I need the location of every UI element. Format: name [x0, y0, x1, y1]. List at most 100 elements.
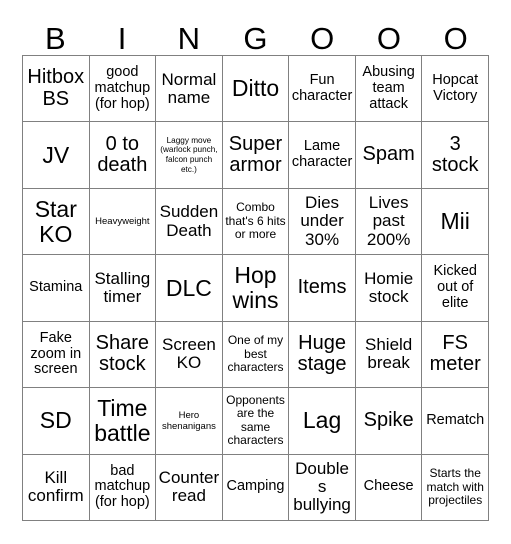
bingo-cell-r0-c3[interactable]: Ditto	[222, 56, 290, 123]
bingo-cell-label: Spike	[363, 409, 414, 432]
bingo-cell-r0-c4[interactable]: Fun character	[289, 56, 356, 123]
bingo-cell-r4-c1[interactable]: Share stock	[89, 321, 157, 389]
bingo-cell-label: Abusing team attack	[362, 64, 415, 112]
bingo-cell-label: Dies under 30%	[300, 193, 344, 249]
bingo-header-letter-5: O	[376, 21, 401, 56]
bingo-cell-label: good matchup (for hop)	[94, 64, 151, 112]
bingo-cell-r0-c6[interactable]: Hopcat Victory	[422, 56, 489, 123]
bingo-cell-r1-c2[interactable]: Laggy move (warlock punch, falcon punch …	[156, 122, 223, 189]
bingo-header-letter-0: B	[45, 21, 66, 56]
bingo-cell-label: Star KO	[34, 195, 77, 247]
bingo-cell-r1-c1[interactable]: 0 to death	[89, 122, 157, 189]
bingo-cell-r3-c4[interactable]: Items	[289, 255, 356, 322]
bingo-cell-label: JV	[42, 141, 70, 168]
bingo-cell-label: Share stock	[95, 332, 150, 376]
bingo-cell-r4-c6[interactable]: FS meter	[422, 321, 489, 389]
bingo-cell-r6-c1[interactable]: bad matchup (for hop)	[89, 454, 157, 521]
bingo-cell-label: Sudden Death	[159, 202, 219, 240]
bingo-cell-r6-c5[interactable]: Cheese	[355, 454, 423, 521]
bingo-cell-r5-c4[interactable]: Lag	[289, 388, 356, 455]
bingo-cell-r3-c2[interactable]: DLC	[156, 255, 223, 322]
bingo-cell-label: Mii	[440, 208, 470, 235]
bingo-cell-label: Normal name	[161, 69, 217, 107]
bingo-cell-label: Lives past 200%	[366, 193, 411, 249]
bingo-cell-label: Items	[297, 276, 347, 299]
bingo-cell-label: Lag	[302, 407, 342, 434]
bingo-cell-r2-c4[interactable]: Dies under 30%	[289, 188, 356, 256]
bingo-cell-r1-c0[interactable]: JV	[23, 122, 90, 189]
bingo-cell-r5-c0[interactable]: SD	[23, 388, 90, 455]
bingo-cell-r1-c6[interactable]: 3 stock	[422, 122, 489, 189]
bingo-card: B I N G O O O Hitbox BS good matchup (for hop) N…	[0, 0, 511, 544]
bingo-cell-r1-c3[interactable]: Super armor	[222, 122, 290, 189]
bingo-cell-r1-c4[interactable]: Lame character	[289, 122, 356, 189]
bingo-cell-r6-c4[interactable]: Doubles bullying	[289, 454, 356, 521]
bingo-cell-r2-c2[interactable]: Sudden Death	[156, 188, 223, 256]
bingo-cell-r0-c5[interactable]: Abusing team attack	[355, 56, 423, 123]
bingo-cell-r6-c6[interactable]: Starts the match with projectiles	[422, 454, 489, 521]
bingo-cell-label: Rematch	[426, 411, 485, 428]
bingo-cell-label: Kicked out of elite	[433, 263, 477, 311]
bingo-cell-label: DLC	[165, 274, 212, 301]
bingo-cell-label: Heavyweight	[95, 216, 150, 228]
bingo-cell-label: Stalling timer	[94, 268, 151, 306]
bingo-cell-r3-c5[interactable]: Homie stock	[355, 255, 423, 322]
bingo-cell-label: 3 stock	[431, 132, 479, 177]
bingo-cell-r3-c6[interactable]: Kicked out of elite	[422, 255, 489, 322]
bingo-header-row: BINGOOO	[22, 14, 489, 55]
bingo-cell-r2-c0[interactable]: Star KO	[23, 188, 90, 256]
bingo-cell-label: FS meter	[429, 332, 481, 376]
bingo-cell-label: Opponents are the same characters	[226, 392, 285, 448]
bingo-cell-label: Hopcat Victory	[432, 71, 479, 104]
bingo-cell-r1-c5[interactable]: Spam	[355, 122, 423, 189]
bingo-cell-r4-c5[interactable]: Shield break	[355, 321, 423, 389]
bingo-cell-label: Time battle	[94, 395, 151, 446]
bingo-header-letter-3: G	[243, 21, 268, 56]
bingo-cell-label: Counter read	[158, 468, 220, 506]
bingo-header-letter-2: N	[177, 21, 200, 56]
bingo-header-letter-1: I	[117, 21, 127, 56]
bingo-cell-r2-c1[interactable]: Heavyweight	[89, 188, 157, 256]
bingo-cell-r2-c3[interactable]: Combo that's 6 hits or more	[222, 188, 290, 256]
bingo-cell-r5-c5[interactable]: Spike	[355, 388, 423, 455]
bingo-cell-label: bad matchup (for hop)	[94, 462, 151, 511]
bingo-cell-label: Screen KO	[161, 335, 216, 373]
bingo-cell-r6-c0[interactable]: Kill confirm	[23, 454, 90, 521]
bingo-cell-r3-c0[interactable]: Stamina	[23, 255, 90, 322]
bingo-grid: Hitbox BS good matchup (for hop) Normal na…	[22, 55, 489, 521]
bingo-cell-r5-c6[interactable]: Rematch	[422, 388, 489, 455]
bingo-cell-label: Lame character	[291, 138, 353, 171]
bingo-cell-r4-c3[interactable]: One of my best characters	[222, 321, 290, 389]
bingo-cell-r4-c4[interactable]: Huge stage	[289, 321, 356, 389]
bingo-cell-r0-c0[interactable]: Hitbox BS	[23, 56, 90, 123]
bingo-cell-r5-c2[interactable]: Hero shenanigans	[156, 388, 223, 455]
bingo-cell-r4-c2[interactable]: Screen KO	[156, 321, 223, 389]
bingo-cell-label: Spam	[362, 143, 415, 166]
bingo-cell-r4-c0[interactable]: Fake zoom in screen	[23, 321, 90, 389]
bingo-cell-label: Hero shenanigans	[161, 409, 216, 432]
bingo-cell-r6-c2[interactable]: Counter read	[156, 454, 223, 521]
bingo-cell-label: 0 to death	[97, 132, 148, 177]
bingo-cell-r0-c2[interactable]: Normal name	[156, 56, 223, 123]
bingo-cell-r5-c1[interactable]: Time battle	[89, 388, 157, 455]
bingo-cell-r2-c6[interactable]: Mii	[422, 188, 489, 256]
bingo-cell-label: Camping	[226, 478, 285, 495]
bingo-cell-r6-c3[interactable]: Camping	[222, 454, 290, 521]
bingo-cell-label: Starts the match with projectiles	[426, 466, 484, 507]
bingo-cell-label: Super armor	[228, 132, 283, 177]
bingo-cell-r2-c5[interactable]: Lives past 200%	[355, 188, 423, 256]
bingo-cell-label: Ditto	[231, 75, 280, 102]
bingo-cell-label: Doubles bullying	[293, 459, 351, 515]
bingo-cell-r3-c1[interactable]: Stalling timer	[89, 255, 157, 322]
bingo-cell-label: Cheese	[363, 478, 414, 495]
bingo-cell-label: SD	[39, 407, 72, 434]
bingo-cell-label: Hitbox BS	[27, 66, 85, 110]
bingo-cell-label: Fun character	[291, 71, 353, 104]
bingo-cell-label: Laggy move (warlock punch, falcon punch …	[160, 135, 218, 174]
bingo-cell-label: Fake zoom in screen	[30, 329, 82, 378]
bingo-cell-label: Stamina	[29, 279, 83, 296]
bingo-cell-r5-c3[interactable]: Opponents are the same characters	[222, 388, 290, 455]
bingo-cell-r3-c3[interactable]: Hop wins	[222, 255, 290, 322]
bingo-cell-r0-c1[interactable]: good matchup (for hop)	[89, 56, 157, 123]
bingo-cell-label: Homie stock	[364, 268, 414, 306]
